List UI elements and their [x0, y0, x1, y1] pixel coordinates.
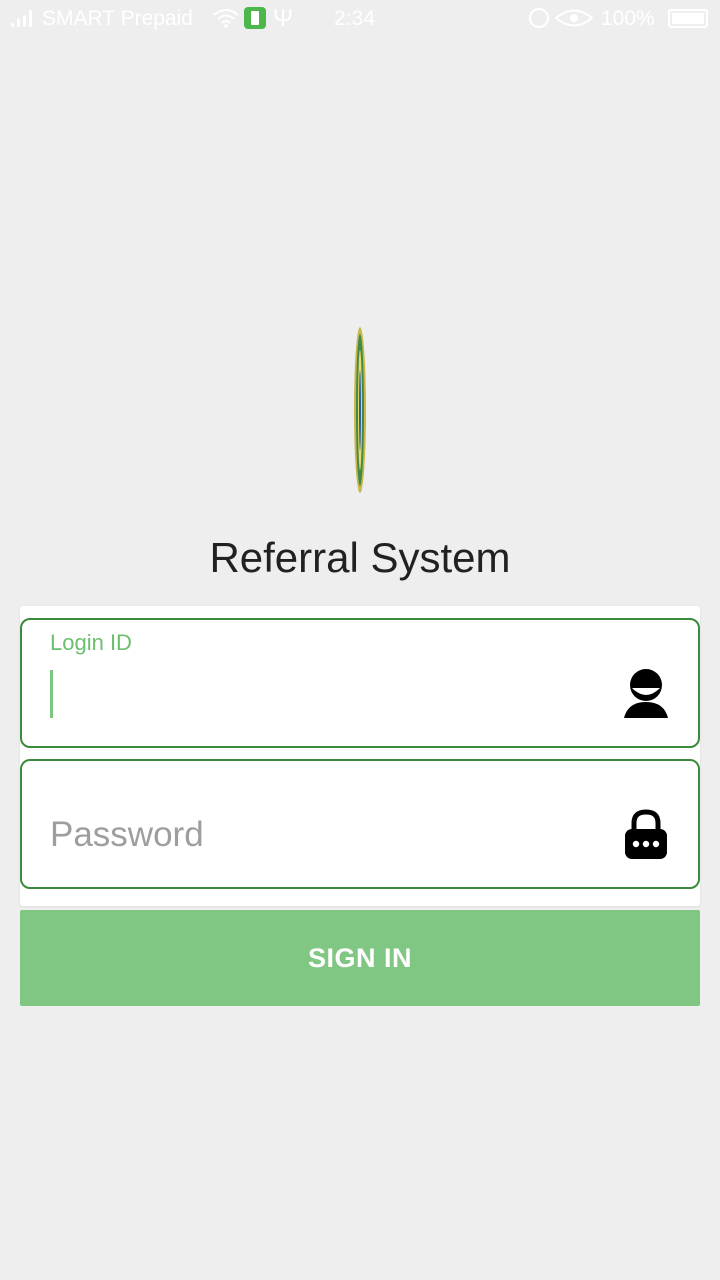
password-field[interactable]: Password	[20, 759, 700, 889]
wifi-icon	[213, 9, 239, 28]
text-cursor	[50, 670, 53, 718]
app-logo	[354, 327, 366, 493]
login-id-field[interactable]: Login ID	[20, 618, 700, 748]
lock-icon	[625, 809, 667, 859]
battery-percent: 100%	[601, 7, 655, 30]
usb-icon: Ψ	[273, 5, 294, 32]
carrier-name: SMART Prepaid	[42, 7, 193, 30]
battery-icon	[668, 9, 708, 28]
status-bar: SMART Prepaid Ψ 2:34 100%	[0, 0, 720, 38]
password-placeholder: Password	[50, 815, 204, 854]
signal-icon	[11, 9, 35, 27]
login-id-label: Login ID	[50, 630, 132, 655]
alarm-icon	[529, 8, 549, 28]
sign-in-button[interactable]: SIGN IN	[20, 910, 700, 1006]
user-icon	[624, 669, 668, 718]
status-time: 2:34	[334, 7, 375, 30]
eye-icon	[555, 9, 593, 27]
app-title: Referral System	[209, 534, 511, 581]
battery-charging-icon	[244, 7, 266, 29]
